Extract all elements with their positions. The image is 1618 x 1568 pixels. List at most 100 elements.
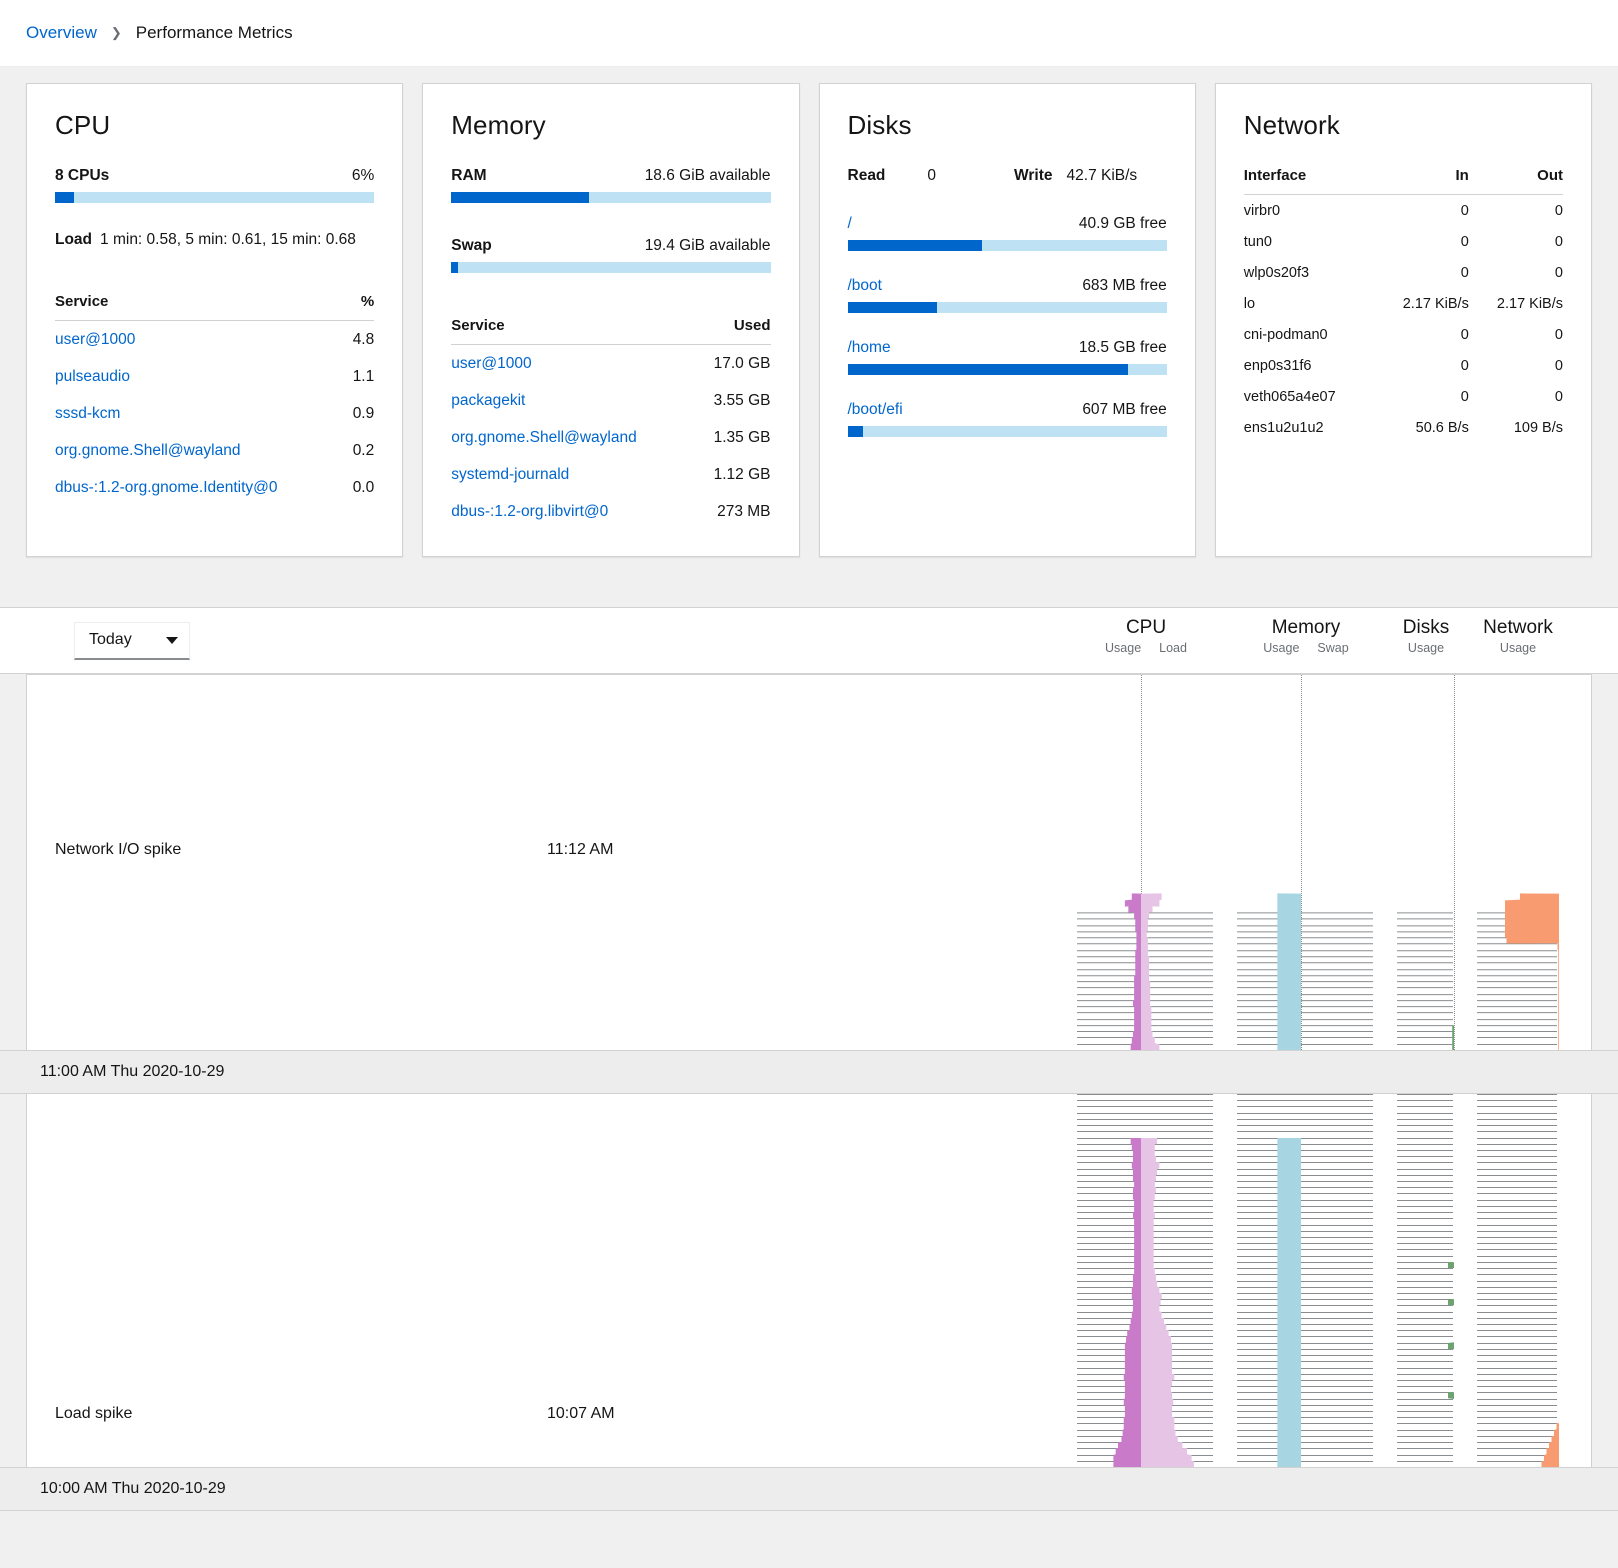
metrics-column-disks[interactable]: Disks Usage: [1396, 608, 1456, 655]
table-row: veth065a4e0700: [1244, 381, 1563, 412]
metrics-sub-memory-swap: Swap: [1317, 641, 1348, 655]
network-iface-name: cni-podman0: [1244, 319, 1375, 350]
network-out-value: 0: [1469, 319, 1563, 350]
time-range-dropdown[interactable]: Today: [74, 622, 190, 660]
network-in-value: 50.6 B/s: [1375, 412, 1469, 443]
disk-read-label: Read: [848, 167, 886, 185]
cpu-service-link[interactable]: dbus-:1.2-org.gnome.Identity@0: [55, 479, 278, 496]
disk-mount-block: /home 18.5 GB free: [848, 339, 1167, 375]
hour-divider-11: 11:00 AM Thu 2020-10-29: [0, 1050, 1618, 1094]
memory-service-value: 3.55 GB: [696, 382, 771, 419]
swap-available-value: 19.4 GiB available: [645, 237, 771, 255]
table-row: user@100017.0 GB: [451, 345, 770, 383]
disk-usage-bar: [848, 302, 1167, 313]
ram-label: RAM: [451, 167, 486, 185]
metrics-sub-disks-usage: Usage: [1408, 641, 1444, 655]
network-card-title: Network: [1244, 110, 1563, 141]
network-iface-name: enp0s31f6: [1244, 350, 1375, 381]
chart-column-disks[interactable]: [1395, 675, 1455, 1050]
cpu-col-percent: %: [346, 293, 374, 321]
network-in-value: 0: [1375, 195, 1469, 227]
chart-column-disks[interactable]: [1395, 1094, 1455, 1467]
memory-service-link[interactable]: packagekit: [451, 392, 525, 409]
network-iface-name: veth065a4e07: [1244, 381, 1375, 412]
disk-mount-link[interactable]: /boot: [848, 277, 882, 295]
metrics-hour-block-11[interactable]: Network I/O spike 11:12 AM: [26, 674, 1592, 1050]
chart-column-cpu[interactable]: [1075, 675, 1215, 1050]
disk-free-value: 607 MB free: [1082, 401, 1166, 419]
cpu-card-title: CPU: [55, 110, 374, 141]
chart-column-memory[interactable]: [1235, 1094, 1375, 1467]
ram-usage-bar: [451, 192, 770, 203]
section-gap: [0, 557, 1618, 607]
network-in-value: 0: [1375, 350, 1469, 381]
breadcrumb-link-overview[interactable]: Overview: [26, 23, 97, 43]
disk-mount-link[interactable]: /home: [848, 339, 891, 357]
cpu-service-link[interactable]: org.gnome.Shell@wayland: [55, 442, 240, 459]
table-row: lo2.17 KiB/s2.17 KiB/s: [1244, 288, 1563, 319]
chevron-down-icon: [166, 637, 178, 644]
cpu-service-link[interactable]: user@1000: [55, 331, 135, 348]
table-row: wlp0s20f300: [1244, 257, 1563, 288]
disks-card: Disks Read 0 Write 42.7 KiB/s / 40.9 GB …: [819, 83, 1196, 557]
metrics-column-memory[interactable]: Memory Usage Swap: [1236, 608, 1376, 655]
summary-cards: CPU 8 CPUs 6% Load1 min: 0.58, 5 min: 0.…: [0, 67, 1618, 557]
cpu-service-value: 0.2: [346, 432, 374, 469]
metrics-column-network-label: Network: [1476, 617, 1560, 639]
table-row: enp0s31f600: [1244, 350, 1563, 381]
ram-available-value: 18.6 GiB available: [645, 167, 771, 185]
metrics-hour-block-10[interactable]: Load spike 10:07 AM: [26, 1094, 1592, 1467]
memory-card-title: Memory: [451, 110, 770, 141]
memory-chart-canvas: [1235, 675, 1375, 1050]
disk-io-row: Read 0 Write 42.7 KiB/s: [848, 167, 1167, 185]
network-out-value: 2.17 KiB/s: [1469, 288, 1563, 319]
chevron-right-icon: ❯: [111, 25, 122, 41]
memory-service-rows: user@100017.0 GB packagekit 3.55 GB org.g…: [451, 345, 770, 531]
metrics-column-cpu-label: CPU: [1076, 617, 1216, 639]
network-out-value: 0: [1469, 226, 1563, 257]
metrics-column-network[interactable]: Network Usage: [1476, 608, 1560, 655]
table-row: tun000: [1244, 226, 1563, 257]
table-row: packagekit 3.55 GB: [451, 382, 770, 419]
cpu-service-link[interactable]: pulseaudio: [55, 368, 130, 385]
memory-service-value: 1.12 GB: [696, 456, 771, 493]
cpu-chart-canvas: [1075, 675, 1215, 1050]
network-in-value: 0: [1375, 381, 1469, 412]
memory-service-link[interactable]: user@1000: [451, 355, 531, 372]
chart-column-memory[interactable]: [1235, 675, 1375, 1050]
time-range-value: Today: [89, 631, 132, 649]
chart-column-network[interactable]: [1475, 1094, 1559, 1467]
network-out-value: 0: [1469, 195, 1563, 227]
metrics-timeline: Network I/O spike 11:12 AM: [0, 674, 1618, 1511]
cpu-service-table: Service % user@10004.8 pulseaudio1.1 sss…: [55, 293, 374, 506]
chart-column-network[interactable]: [1475, 675, 1559, 1050]
metrics-chart-columns: [1075, 675, 1559, 1050]
network-iface-name: ens1u2u1u2: [1244, 412, 1375, 443]
performance-metrics-page: Overview ❯ Performance Metrics CPU 8 CPU…: [0, 0, 1618, 1511]
table-row: pulseaudio1.1: [55, 358, 374, 395]
cpu-service-link[interactable]: sssd-kcm: [55, 405, 120, 422]
cpu-card: CPU 8 CPUs 6% Load1 min: 0.58, 5 min: 0.…: [26, 83, 403, 557]
memory-card: Memory RAM 18.6 GiB available Swap 19.4 …: [422, 83, 799, 557]
network-col-out: Out: [1469, 167, 1563, 195]
network-out-value: 0: [1469, 350, 1563, 381]
memory-service-link[interactable]: dbus-:1.2-org.libvirt@0: [451, 503, 608, 520]
memory-service-table: Service Used user@100017.0 GB packagekit…: [451, 317, 770, 530]
table-row: cni-podman000: [1244, 319, 1563, 350]
memory-service-link[interactable]: systemd-journald: [451, 466, 569, 483]
network-out-value: 0: [1469, 257, 1563, 288]
cpu-chart-canvas: [1075, 1094, 1215, 1467]
metrics-column-cpu[interactable]: CPU Usage Load: [1076, 608, 1216, 655]
table-row: dbus-:1.2-org.gnome.Identity@0 0.0: [55, 469, 374, 506]
network-interface-rows: virbr000 tun000 wlp0s20f300 lo2.17 KiB/s…: [1244, 195, 1563, 444]
memory-service-link[interactable]: org.gnome.Shell@wayland: [451, 429, 636, 446]
disk-mount-link[interactable]: /boot/efi: [848, 401, 903, 419]
disk-mount-link[interactable]: /: [848, 215, 852, 233]
cpu-service-value: 0.0: [346, 469, 374, 506]
table-row: org.gnome.Shell@wayland 0.2: [55, 432, 374, 469]
memory-col-used: Used: [696, 317, 771, 345]
disk-write-label: Write: [1014, 167, 1052, 185]
network-chart-canvas: [1475, 1094, 1559, 1467]
disk-usage-bar: [848, 364, 1167, 375]
chart-column-cpu[interactable]: [1075, 1094, 1215, 1467]
